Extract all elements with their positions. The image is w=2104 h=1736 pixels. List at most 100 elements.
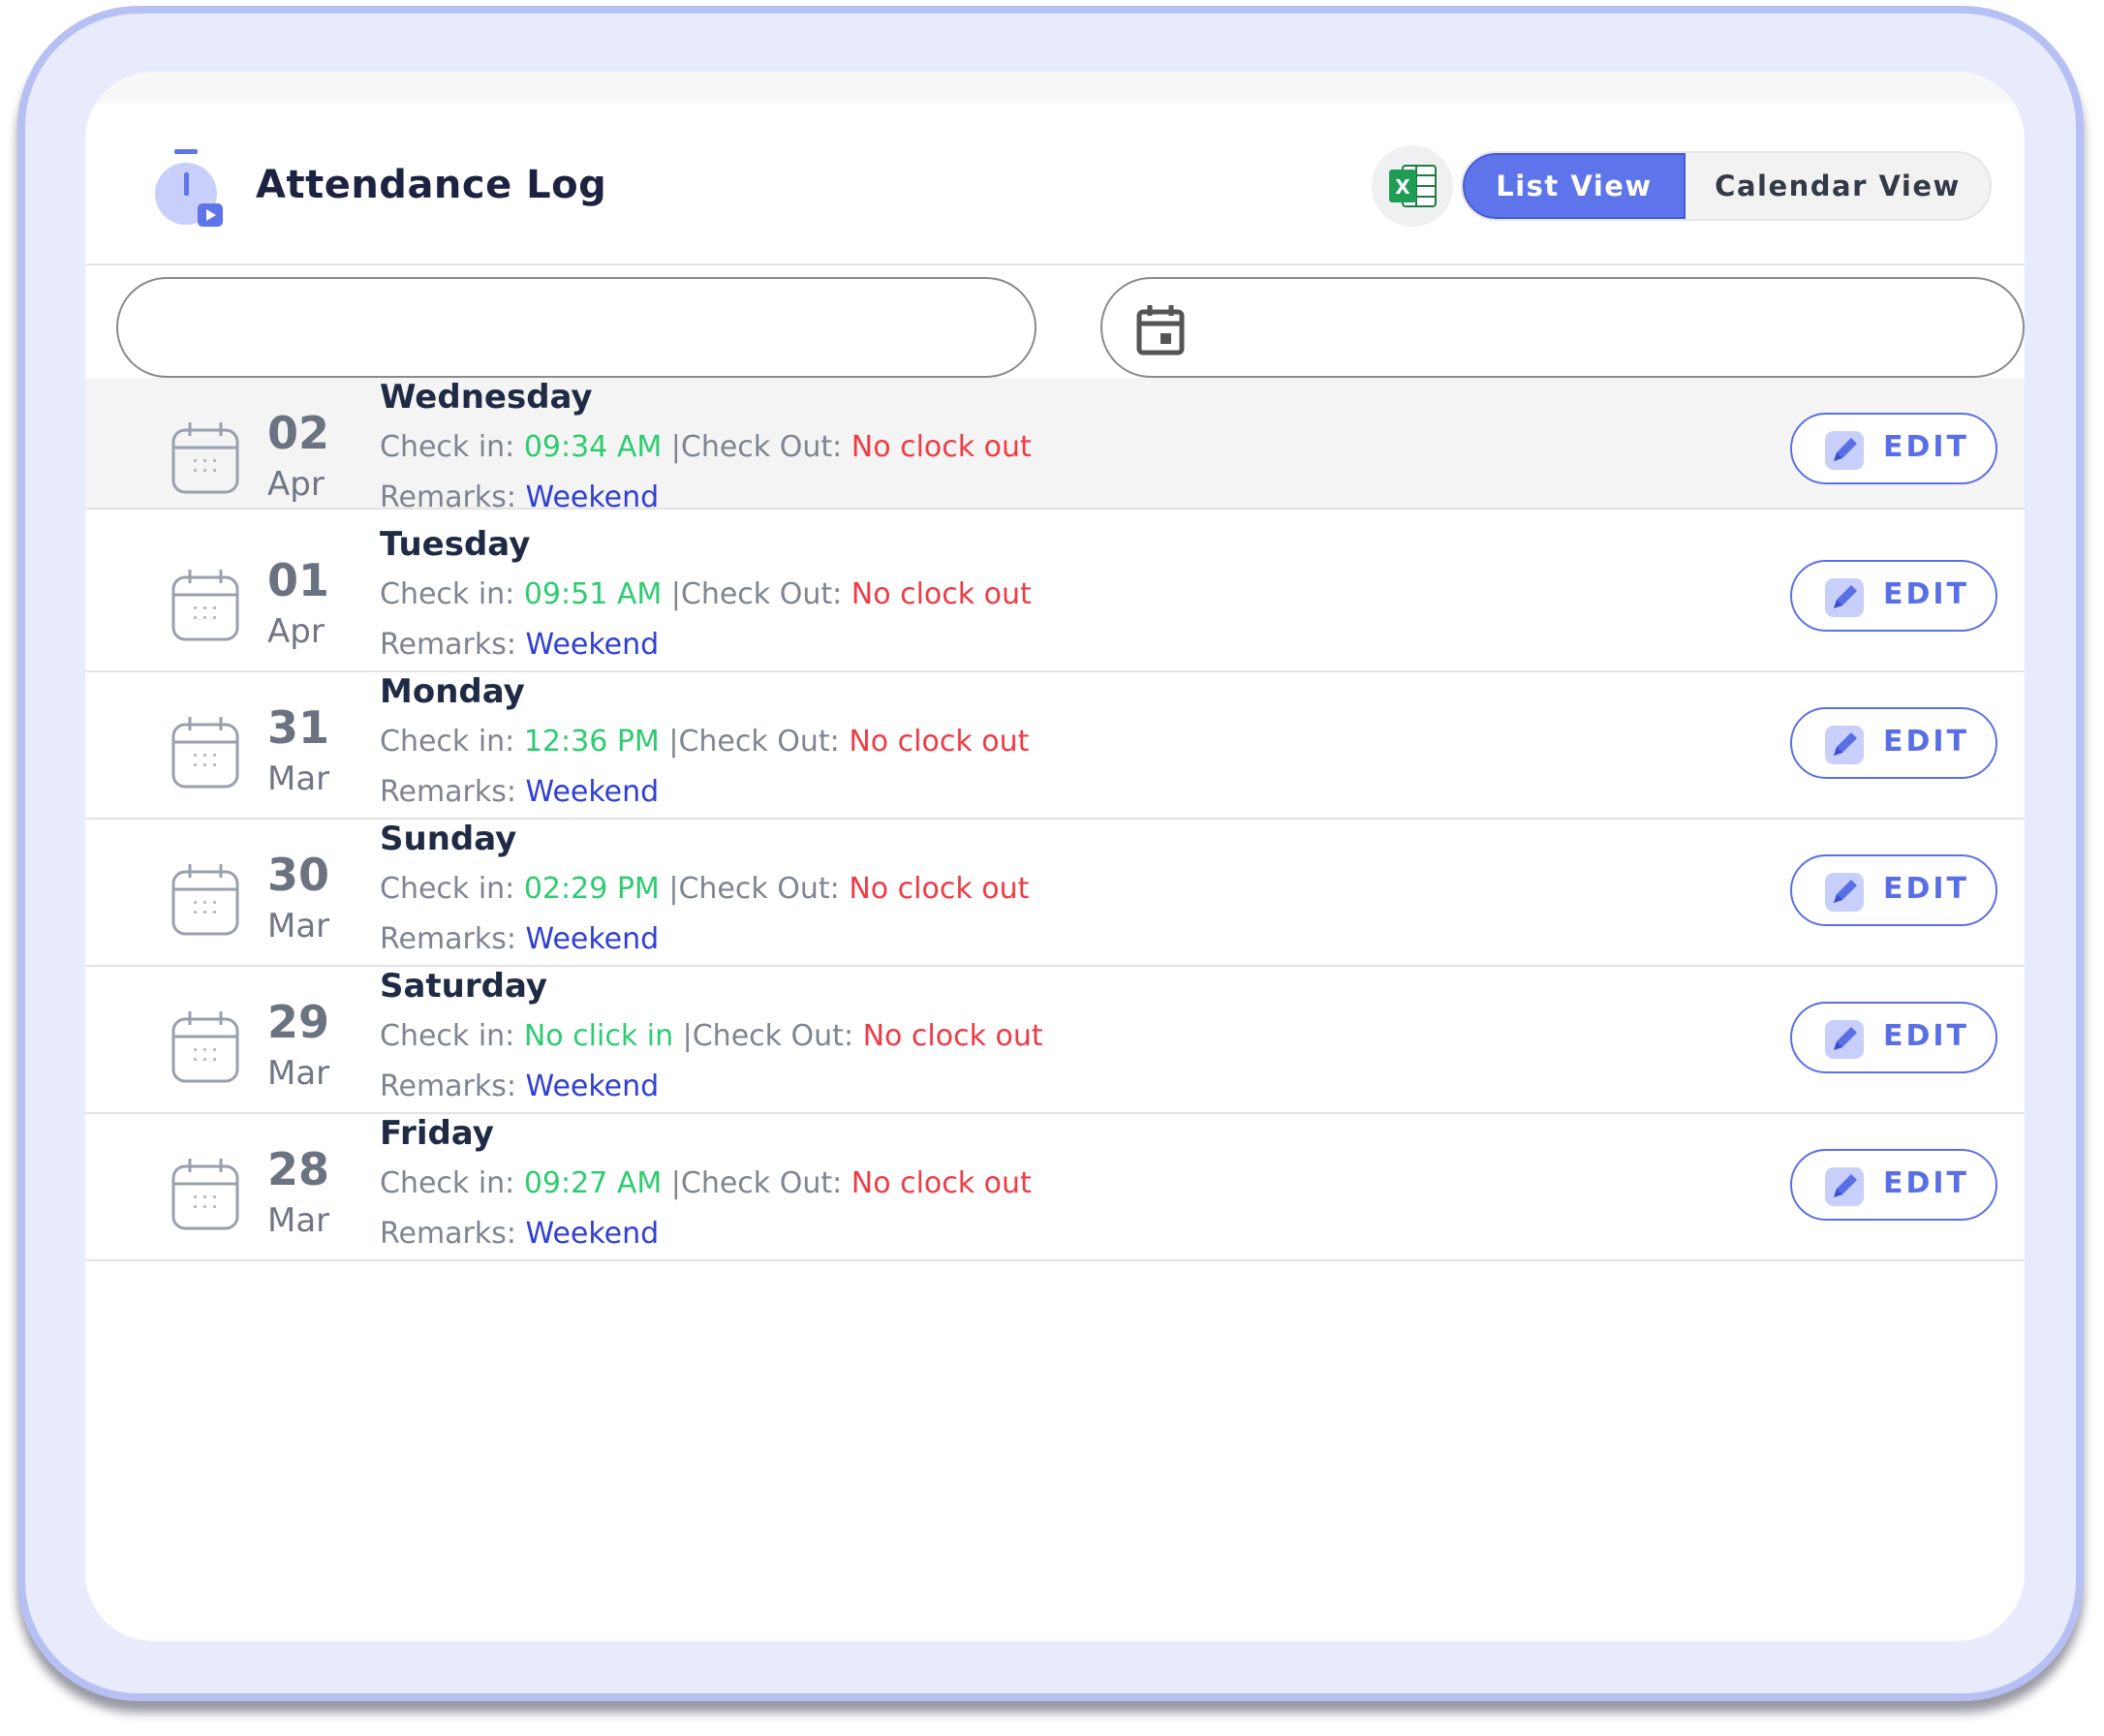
- excel-icon: X: [1389, 165, 1437, 207]
- check-times: Check in: 09:34 AM |Check Out: No clock …: [380, 430, 1032, 464]
- weekday-label: Friday: [380, 1114, 494, 1153]
- attendance-row: 29 Mar Saturday Check in: No click in |C…: [85, 967, 2025, 1114]
- calendar-icon: [171, 1011, 239, 1083]
- attendance-row: 28 Mar Friday Check in: 09:27 AM |Check …: [85, 1114, 2025, 1261]
- remarks: Remarks: Weekend: [380, 628, 659, 662]
- remarks-value: Weekend: [525, 775, 660, 809]
- edit-label: EDIT: [1883, 430, 1970, 464]
- check-out-label: Check Out:: [678, 725, 850, 759]
- separator: |: [682, 1019, 693, 1053]
- check-times: Check in: 09:51 AM |Check Out: No clock …: [380, 577, 1032, 611]
- pencil-icon: [1825, 1167, 1864, 1206]
- attendance-row: 01 Apr Tuesday Check in: 09:51 AM |Check…: [85, 525, 2025, 672]
- check-in-value: 09:51 AM: [523, 577, 663, 611]
- calendar-icon: [171, 864, 239, 936]
- export-excel-button[interactable]: X: [1372, 145, 1453, 227]
- separator: |: [670, 577, 681, 611]
- calendar-icon: [1136, 305, 1185, 356]
- check-out-label: Check Out:: [692, 1019, 863, 1053]
- pencil-icon: [1825, 431, 1864, 470]
- date-filter-input[interactable]: [1100, 277, 2025, 378]
- edit-button[interactable]: EDIT: [1790, 1149, 1997, 1221]
- attendance-row: 30 Mar Sunday Check in: 02:29 PM |Check …: [85, 820, 2025, 967]
- attendance-row: 31 Mar Monday Check in: 12:36 PM |Check …: [85, 672, 2025, 820]
- check-out-label: Check Out:: [680, 577, 851, 611]
- check-in-label: Check in:: [380, 430, 524, 464]
- day-number: 02: [267, 407, 330, 459]
- attendance-row: 02 Apr Wednesday Check in: 09:34 AM |Che…: [85, 378, 2025, 514]
- check-in-label: Check in:: [380, 1166, 524, 1200]
- month-label: Mar: [267, 1201, 330, 1240]
- weekday-label: Monday: [380, 672, 525, 711]
- remarks-value: Weekend: [525, 480, 660, 514]
- edit-button[interactable]: EDIT: [1790, 1002, 1997, 1073]
- check-in-value: 12:36 PM: [523, 725, 660, 759]
- month-label: Apr: [267, 465, 325, 504]
- weekday-label: Wednesday: [380, 378, 593, 417]
- month-label: Apr: [267, 612, 325, 651]
- remarks: Remarks: Weekend: [380, 1070, 659, 1103]
- remarks-label: Remarks:: [380, 1070, 526, 1103]
- pencil-icon: [1825, 578, 1864, 617]
- check-out-label: Check Out:: [680, 1166, 851, 1200]
- edit-button[interactable]: EDIT: [1790, 854, 1997, 926]
- separator: |: [670, 1166, 681, 1200]
- device-frame: Attendance Log X List View Calendar View…: [17, 6, 2084, 1701]
- edit-button[interactable]: EDIT: [1790, 560, 1997, 632]
- check-in-label: Check in:: [380, 872, 524, 906]
- check-in-label: Check in:: [380, 725, 524, 759]
- check-out-value: No clock out: [851, 430, 1032, 464]
- remarks-label: Remarks:: [380, 628, 526, 662]
- edit-button[interactable]: EDIT: [1790, 707, 1997, 779]
- view-toggle: List View Calendar View: [1461, 151, 1992, 221]
- check-out-value: No clock out: [851, 577, 1032, 611]
- month-label: Mar: [267, 760, 330, 798]
- weekday-label: Saturday: [380, 967, 548, 1006]
- check-times: Check in: No click in |Check Out: No clo…: [380, 1019, 1043, 1053]
- timer-icon: [155, 149, 223, 227]
- remarks-label: Remarks:: [380, 922, 526, 956]
- check-times: Check in: 09:27 AM |Check Out: No clock …: [380, 1166, 1032, 1200]
- separator: |: [668, 872, 679, 906]
- check-out-value: No clock out: [849, 725, 1030, 759]
- day-number: 01: [267, 554, 330, 606]
- check-out-value: No clock out: [849, 872, 1030, 906]
- check-in-value: 02:29 PM: [523, 872, 660, 906]
- weekday-label: Sunday: [380, 820, 517, 858]
- remarks-value: Weekend: [525, 628, 660, 662]
- pencil-icon: [1825, 1020, 1864, 1059]
- calendar-view-button[interactable]: Calendar View: [1686, 153, 1990, 219]
- list-view-button[interactable]: List View: [1463, 153, 1686, 219]
- calendar-icon: [171, 717, 239, 789]
- search-input[interactable]: [116, 277, 1037, 378]
- check-in-label: Check in:: [380, 577, 524, 611]
- edit-label: EDIT: [1883, 577, 1970, 611]
- attendance-card: Attendance Log X List View Calendar View…: [85, 103, 2025, 1641]
- weekday-label: Tuesday: [380, 525, 531, 564]
- edit-label: EDIT: [1883, 872, 1970, 906]
- check-out-label: Check Out:: [680, 430, 851, 464]
- edit-button[interactable]: EDIT: [1790, 413, 1997, 484]
- remarks: Remarks: Weekend: [380, 1217, 659, 1251]
- check-in-value: 09:34 AM: [523, 430, 663, 464]
- remarks-label: Remarks:: [380, 775, 526, 809]
- svg-text:X: X: [1395, 175, 1410, 199]
- remarks: Remarks: Weekend: [380, 775, 659, 809]
- edit-label: EDIT: [1883, 725, 1970, 759]
- day-number: 31: [267, 701, 330, 754]
- app-container: Attendance Log X List View Calendar View…: [85, 72, 2025, 1641]
- remarks-value: Weekend: [525, 1217, 660, 1251]
- check-out-label: Check Out:: [678, 872, 850, 906]
- day-number: 30: [267, 849, 330, 901]
- check-times: Check in: 02:29 PM |Check Out: No clock …: [380, 872, 1029, 906]
- remarks-value: Weekend: [525, 922, 660, 956]
- check-in-value: 09:27 AM: [523, 1166, 663, 1200]
- edit-label: EDIT: [1883, 1166, 1970, 1200]
- remarks-label: Remarks:: [380, 480, 526, 514]
- remarks-value: Weekend: [525, 1070, 660, 1103]
- month-label: Mar: [267, 907, 330, 946]
- calendar-icon: [171, 422, 239, 494]
- separator: |: [670, 430, 681, 464]
- check-times: Check in: 12:36 PM |Check Out: No clock …: [380, 725, 1029, 759]
- pencil-icon: [1825, 726, 1864, 764]
